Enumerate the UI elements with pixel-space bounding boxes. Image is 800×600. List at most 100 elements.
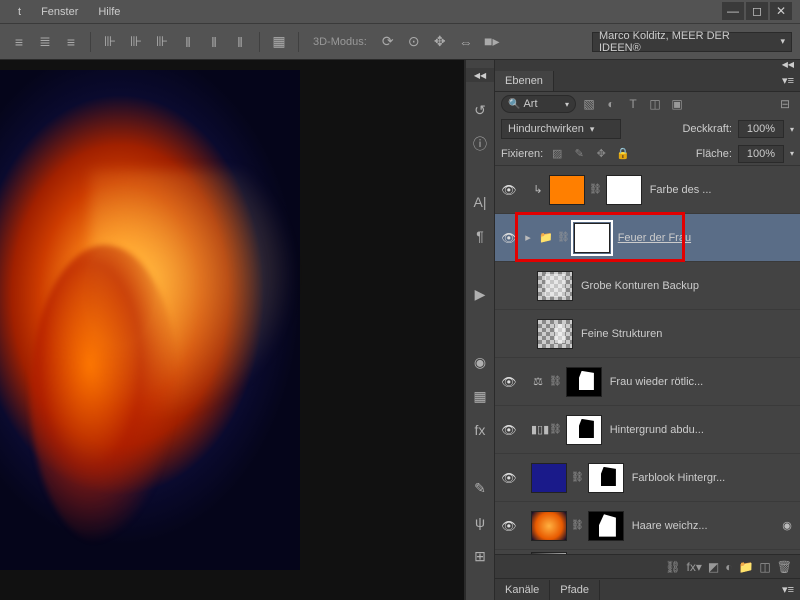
history-icon[interactable]: ↺ — [470, 100, 490, 120]
layer-name[interactable]: Farblook Hintergr... — [628, 472, 794, 484]
kanaele-tab[interactable]: Kanäle — [495, 580, 550, 600]
visibility-toggle[interactable]: 👁 — [501, 183, 517, 197]
new-group-icon[interactable]: 📁 — [738, 560, 753, 574]
layer-grobe-konturen[interactable]: Grobe Konturen Backup — [495, 262, 800, 310]
rail-expand-icon[interactable]: ◀◀ — [466, 68, 494, 82]
link-icon[interactable]: ⛓ — [571, 472, 584, 483]
layer-name[interactable]: Feuer der Frau — [614, 232, 794, 244]
new-layer-icon[interactable]: ◫ — [759, 560, 770, 574]
lock-transparent-icon[interactable]: ▨ — [549, 146, 565, 162]
swatches-icon[interactable]: ◉ — [470, 352, 490, 372]
properties-icon[interactable]: ⓘ — [470, 134, 490, 154]
align-stage-icon[interactable]: ▦ — [268, 31, 290, 53]
layer-name[interactable]: Farbe des ... — [646, 184, 794, 196]
smart-filter-icon[interactable]: ◉ — [780, 519, 794, 532]
layer-fx-icon[interactable]: fx▾ — [687, 560, 702, 574]
layer-mask-thumb[interactable] — [566, 415, 602, 445]
align-center-icon[interactable]: ≣ — [34, 31, 56, 53]
opacity-input[interactable]: 100% — [738, 120, 784, 138]
link-icon[interactable]: ⛓ — [557, 232, 570, 243]
distribute-bottom-icon[interactable]: ⊪ — [151, 31, 173, 53]
filter-adjust-icon[interactable]: ◐ — [602, 95, 620, 113]
layer-name[interactable]: Feine Strukturen — [577, 328, 794, 340]
layer-mask-thumb[interactable] — [566, 367, 602, 397]
filter-shape-icon[interactable]: ◫ — [646, 95, 664, 113]
menu-item-hilfe[interactable]: Hilfe — [88, 2, 130, 22]
styles-icon[interactable]: ▦ — [470, 386, 490, 406]
ebenen-tab[interactable]: Ebenen — [495, 71, 554, 91]
close-button[interactable]: ✕ — [770, 2, 792, 20]
layer-mask-thumb[interactable] — [606, 175, 642, 205]
minimize-button[interactable]: — — [722, 2, 744, 20]
visibility-toggle[interactable]: 👁 — [501, 375, 517, 389]
layer-feuer-der-frau[interactable]: 👁 ▸ 📁 ⛓ Feuer der Frau — [495, 214, 800, 262]
layer-name[interactable]: Grobe Konturen Backup — [577, 280, 794, 292]
layer-hintergrund-abdu[interactable]: 👁 ▮▯▮ ⛓ Hintergrund abdu... — [495, 406, 800, 454]
play-icon[interactable]: ▶ — [470, 284, 490, 304]
3d-orbit-icon[interactable]: ⟳ — [377, 31, 399, 53]
layer-name[interactable]: Hintergrund abdu... — [606, 424, 794, 436]
3d-zoom-icon[interactable]: ■▸ — [481, 31, 503, 53]
layer-filter-type[interactable]: 🔍Art▾ — [501, 95, 576, 113]
new-adjustment-icon[interactable]: ◐ — [725, 560, 732, 574]
visibility-toggle[interactable]: 👁 — [501, 519, 517, 533]
link-layers-icon[interactable]: ⛓ — [665, 560, 680, 574]
menu-item-fenster[interactable]: Fenster — [31, 2, 88, 22]
distribute-hcenter-icon[interactable]: ‖ — [203, 31, 225, 53]
layer-thumb[interactable] — [531, 463, 567, 493]
clone-icon[interactable]: ⊞ — [470, 546, 490, 566]
lock-pixels-icon[interactable]: ✎ — [571, 146, 587, 162]
filter-type-icon[interactable]: T — [624, 95, 642, 113]
character-icon[interactable]: A| — [470, 192, 490, 212]
brush-icon[interactable]: ✎ — [470, 478, 490, 498]
layer-thumb[interactable] — [531, 552, 567, 555]
align-left-icon[interactable]: ≡ — [8, 31, 30, 53]
fill-input[interactable]: 100% — [738, 145, 784, 163]
3d-slide-icon[interactable]: ⇔ — [455, 31, 477, 53]
layer-thumb[interactable] — [549, 175, 585, 205]
link-icon[interactable]: ⛓ — [589, 184, 602, 195]
layer-frau-roetlich[interactable]: 👁 ⚖ ⛓ Frau wieder rötlic... — [495, 358, 800, 406]
filter-pixels-icon[interactable]: ▧ — [580, 95, 598, 113]
visibility-toggle[interactable]: 👁 — [501, 423, 517, 437]
menu-item-trunc[interactable]: t — [8, 2, 31, 22]
link-icon[interactable]: ⛓ — [549, 424, 562, 435]
pfade-tab[interactable]: Pfade — [550, 580, 600, 600]
blend-mode-select[interactable]: Hindurchwirken — [501, 119, 621, 139]
layer-thumb[interactable] — [537, 271, 573, 301]
layer-mask-thumb[interactable] — [574, 223, 610, 253]
distribute-right-icon[interactable]: ‖ — [229, 31, 251, 53]
adjustments-icon[interactable]: fx — [470, 420, 490, 440]
delete-layer-icon[interactable]: 🗑 — [777, 560, 792, 574]
brushes-icon[interactable]: ψ — [470, 512, 490, 532]
layer-thumb[interactable] — [537, 319, 573, 349]
layer-name[interactable]: Frau wieder rötlic... — [606, 376, 794, 388]
maximize-button[interactable]: ◻ — [746, 2, 768, 20]
filter-toggle[interactable]: ⊟ — [776, 95, 794, 113]
lock-position-icon[interactable]: ✥ — [593, 146, 609, 162]
layer-farblook[interactable]: 👁 ⛓ Farblook Hintergr... — [495, 454, 800, 502]
layer-farbe[interactable]: 👁 ↳ ⛓ Farbe des ... — [495, 166, 800, 214]
visibility-toggle[interactable]: 👁 — [501, 471, 517, 485]
paragraph-icon[interactable]: ¶ — [470, 226, 490, 246]
filter-smart-icon[interactable]: ▣ — [668, 95, 686, 113]
3d-pan-icon[interactable]: ✥ — [429, 31, 451, 53]
layer-feine-strukturen[interactable]: Feine Strukturen — [495, 310, 800, 358]
add-mask-icon[interactable]: ◩ — [708, 560, 719, 574]
layer-partial[interactable] — [495, 550, 800, 554]
group-expand-icon[interactable]: ▸ — [521, 231, 535, 244]
visibility-toggle[interactable]: 👁 — [501, 231, 517, 245]
link-icon[interactable]: ⛓ — [549, 376, 562, 387]
layer-mask-thumb[interactable] — [588, 463, 624, 493]
workspace-switcher[interactable]: Marco Kolditz, MEER DER IDEEN® — [592, 32, 792, 52]
layer-name[interactable]: Haare weichz... — [628, 520, 776, 532]
panel-collapse-icon[interactable]: ◀◀ — [495, 60, 800, 70]
3d-roll-icon[interactable]: ⊙ — [403, 31, 425, 53]
panel-menu-icon[interactable]: ▾≡ — [776, 74, 800, 87]
canvas[interactable] — [0, 60, 465, 600]
distribute-top-icon[interactable]: ⊪ — [99, 31, 121, 53]
layer-haare[interactable]: 👁 ⛓ Haare weichz... ◉ — [495, 502, 800, 550]
align-right-icon[interactable]: ≡ — [60, 31, 82, 53]
opacity-flyout-icon[interactable]: ▾ — [790, 125, 794, 134]
distribute-left-icon[interactable]: ‖ — [177, 31, 199, 53]
